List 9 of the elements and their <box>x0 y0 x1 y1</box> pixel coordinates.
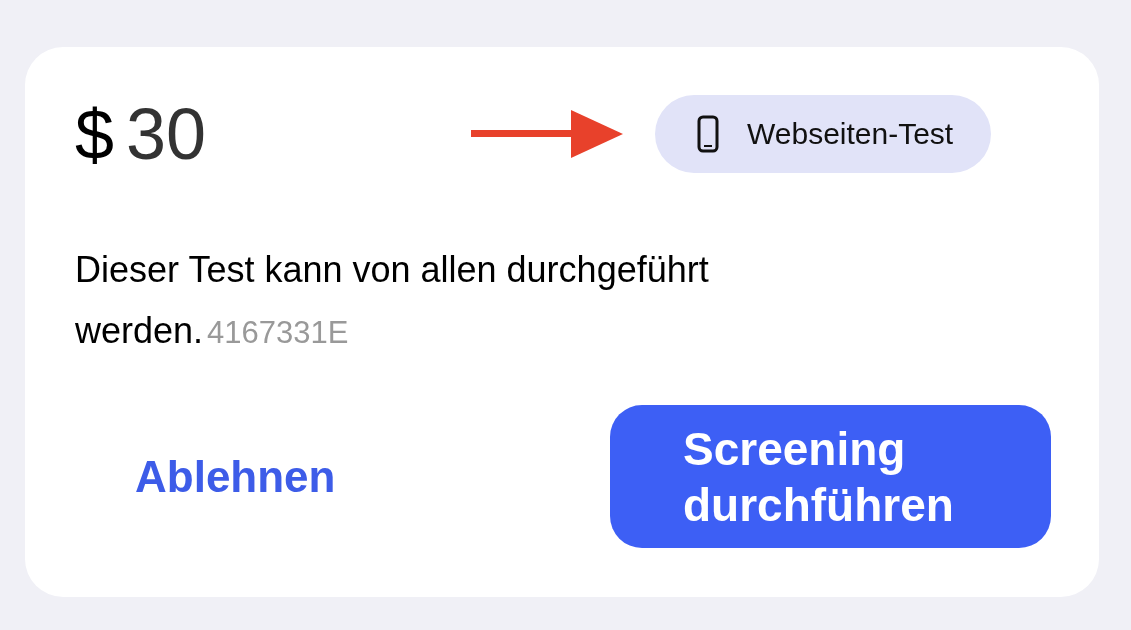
test-id: 4167331E <box>207 315 349 350</box>
badge-label: Webseiten-Test <box>747 117 954 151</box>
price-amount: 30 <box>125 93 207 175</box>
decline-button[interactable]: Ablehnen <box>75 451 470 502</box>
description-text: werden. <box>75 310 204 351</box>
description-text: Dieser Test kann von allen durchgeführt <box>75 249 709 290</box>
currency-symbol: $ <box>75 95 114 175</box>
screening-button[interactable]: Screening durchführen <box>610 405 1051 548</box>
phone-icon <box>697 115 719 153</box>
